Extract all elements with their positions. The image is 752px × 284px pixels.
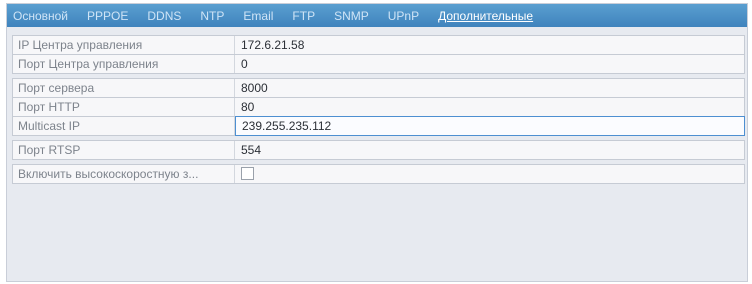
tab-ftp[interactable]: FTP [292, 9, 315, 23]
row-rtsp-port: Порт RTSP 554 [12, 140, 745, 160]
high-speed-download-label: Включить высокоскоростную з... [13, 165, 235, 183]
tab-ntp[interactable]: NTP [200, 9, 224, 23]
rtsp-port-label: Порт RTSP [13, 141, 235, 159]
server-port-label: Порт сервера [13, 79, 235, 97]
tab-advanced[interactable]: Дополнительные [438, 9, 533, 23]
rtsp-port-input[interactable]: 554 [235, 141, 744, 159]
high-speed-download-checkbox[interactable] [241, 167, 254, 181]
mgmt-center-ip-input[interactable]: 172.6.21.58 [235, 36, 744, 54]
row-server-port: Порт сервера 8000 [12, 78, 745, 98]
mgmt-center-port-input[interactable]: 0 [235, 55, 744, 73]
tab-bar: Основной PPPOE DDNS NTP Email FTP SNMP U… [7, 4, 747, 27]
row-multicast-ip: Multicast IP 239.255.235.112 [12, 116, 745, 136]
row-mgmt-center-port: Порт Центра управления 0 [12, 54, 745, 74]
row-http-port: Порт HTTP 80 [12, 97, 745, 117]
multicast-ip-input[interactable]: 239.255.235.112 [235, 116, 745, 136]
multicast-ip-label: Multicast IP [13, 117, 235, 135]
advanced-network-settings-panel: Основной PPPOE DDNS NTP Email FTP SNMP U… [6, 3, 748, 282]
tab-email[interactable]: Email [243, 9, 273, 23]
tab-pppoe[interactable]: PPPOE [87, 9, 128, 23]
tab-ddns[interactable]: DDNS [147, 9, 181, 23]
row-high-speed-download: Включить высокоскоростную з... [12, 164, 745, 184]
tab-basic[interactable]: Основной [13, 9, 68, 23]
tab-upnp[interactable]: UPnP [388, 9, 419, 23]
mgmt-center-port-label: Порт Центра управления [13, 55, 235, 73]
http-port-input[interactable]: 80 [235, 98, 744, 116]
mgmt-center-ip-label: IP Центра управления [13, 36, 235, 54]
high-speed-download-cell [235, 165, 744, 183]
row-mgmt-center-ip: IP Центра управления 172.6.21.58 [12, 35, 745, 55]
settings-form: IP Центра управления 172.6.21.58 Порт Це… [12, 35, 745, 184]
http-port-label: Порт HTTP [13, 98, 235, 116]
tab-snmp[interactable]: SNMP [334, 9, 369, 23]
server-port-input[interactable]: 8000 [235, 79, 744, 97]
